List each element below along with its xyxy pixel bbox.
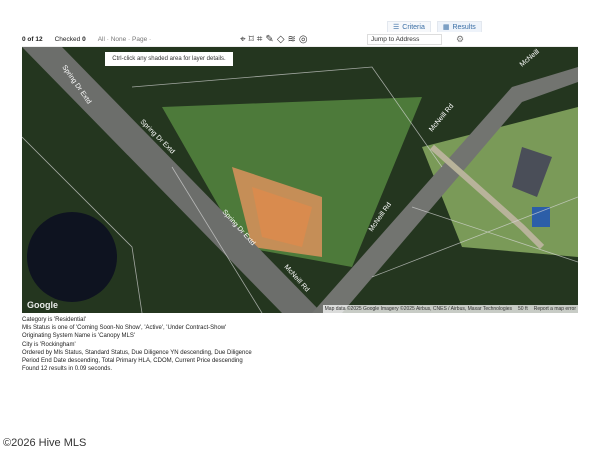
scale-bar: 50 ft (518, 306, 528, 312)
select-all-link[interactable]: All (98, 36, 105, 43)
tab-label: Results (452, 23, 476, 31)
gear-icon[interactable]: ⚙ (456, 34, 464, 45)
map-attribution: Map data ©2025 Google Imagery ©2025 Airb… (322, 305, 578, 313)
criteria-line: City is 'Rockingham' (22, 341, 76, 348)
search-criteria: Category is 'Residential' Mls Status is … (22, 316, 252, 373)
polygon-icon[interactable]: ⌗ (257, 34, 263, 45)
tab-criteria[interactable]: ☰ Criteria (387, 21, 431, 32)
results-summary: Found 12 results in 0.09 seconds. (22, 366, 113, 373)
pencil-icon[interactable]: ✎ (265, 34, 273, 45)
rectangle-icon[interactable]: ⌑ (249, 34, 254, 45)
sliders-icon: ☰ (393, 24, 400, 31)
jump-to-address-input[interactable]: Jump to Address (367, 34, 442, 45)
attribution-text: Map data ©2025 Google Imagery ©2025 Airb… (324, 306, 513, 312)
select-page-link[interactable]: Page (132, 36, 147, 43)
checked-count: 0 (82, 36, 86, 43)
results-toolbar: 0 of 12 Checked 0 All · None · Page · ⌖ … (22, 33, 578, 47)
copyright-footer: ©2026 Hive MLS (3, 437, 87, 449)
map-view[interactable]: Spring Dr Extd Spring Dr Extd Spring Dr … (22, 47, 578, 313)
criteria-line: Originating System Name is 'Canopy MLS' (22, 333, 136, 340)
google-logo: Google (27, 300, 58, 310)
criteria-line: Category is 'Residential' (22, 317, 86, 323)
target-icon[interactable]: ◎ (299, 34, 308, 45)
satellite-imagery: Spring Dr Extd Spring Dr Extd Spring Dr … (22, 47, 578, 313)
view-tabs: ☰ Criteria ▦ Results (387, 21, 482, 32)
layers-icon[interactable]: ≋ (288, 34, 296, 45)
report-map-error-link[interactable]: Report a map error (534, 306, 576, 312)
point-radius-icon[interactable]: ⌖ (240, 34, 246, 45)
criteria-line: Mls Status is one of 'Coming Soon-No Sho… (22, 325, 227, 332)
tab-label: Criteria (402, 23, 425, 31)
draw-tools: ⌖ ⌑ ⌗ ✎ ◇ ≋ ◎ (240, 34, 308, 45)
checked-label: Checked (54, 36, 81, 43)
tab-results[interactable]: ▦ Results (436, 21, 482, 32)
grid-icon: ▦ (442, 24, 450, 31)
map-tooltip: Ctrl-click any shaded area for layer det… (105, 52, 233, 66)
criteria-line: Period End Date descending, Total Primar… (22, 358, 243, 365)
criteria-line: Ordered by Mls Status, Standard Status, … (22, 349, 252, 356)
result-count: 0 of 12 (22, 36, 43, 43)
select-none-link[interactable]: None (111, 36, 127, 43)
eraser-icon[interactable]: ◇ (277, 34, 285, 45)
